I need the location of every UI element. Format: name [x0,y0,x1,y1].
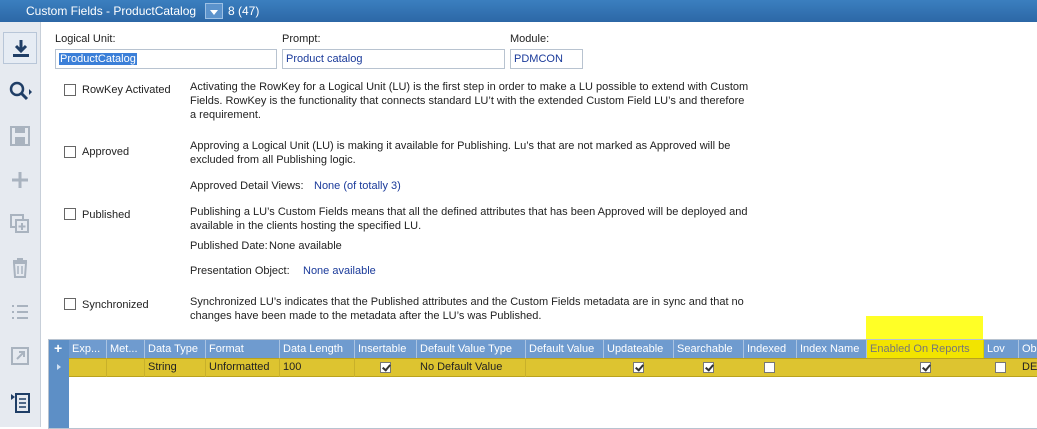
add-icon [12,172,28,188]
save-button[interactable] [3,120,37,152]
col-header-lov[interactable]: Lov [984,340,1019,358]
col-header-index-name[interactable]: Index Name [797,340,867,358]
published-checkbox[interactable] [64,208,76,220]
add-button[interactable] [3,164,37,196]
module-label: Module: [510,33,550,45]
col-header-data-type[interactable]: Data Type [145,340,206,358]
presentation-object-label: Presentation Object: [190,265,290,277]
cell-data-type[interactable]: String [145,358,206,377]
col-header-ob[interactable]: Ob [1019,340,1037,358]
presentation-object-value[interactable]: None available [303,265,376,277]
add-row-button[interactable]: + [54,340,62,356]
logical-unit-value: ProductCatalog [59,53,137,65]
approved-detail-views-label: Approved Detail Views: [190,180,304,192]
save-icon [10,126,30,146]
insertable-checkbox[interactable] [380,362,391,373]
list-button[interactable] [3,296,37,328]
module-field[interactable]: PDMCON [510,49,583,69]
window-title: Custom Fields - ProductCatalog [26,4,197,18]
col-header-default-value[interactable]: Default Value [526,340,604,358]
duplicate-button[interactable] [3,208,37,240]
lov-checkbox[interactable] [995,362,1006,373]
logical-unit-field[interactable]: ProductCatalog [55,49,277,69]
col-header-data-length[interactable]: Data Length [280,340,355,358]
col-header-format[interactable]: Format [206,340,280,358]
title-bar: Custom Fields - ProductCatalog 8 (47) [0,0,1037,22]
col-header-default-value-type[interactable]: Default Value Type [417,340,526,358]
record-count: 8 (47) [228,4,260,18]
updateable-checkbox[interactable] [633,362,644,373]
rowkey-description: Activating the RowKey for a Logical Unit… [190,81,749,121]
enabled-on-reports-checkbox[interactable] [920,362,931,373]
synchronized-checkbox[interactable] [64,298,76,310]
prompt-field[interactable]: Product catalog [282,49,505,69]
duplicate-icon [10,214,29,233]
published-date-label: Published Date: [190,240,268,252]
rowkey-activated-label: RowKey Activated [82,84,171,96]
search-button[interactable] [3,76,37,108]
list-icon [12,305,28,319]
searchable-checkbox[interactable] [703,362,714,373]
row-header-column: + [49,340,69,428]
cell-data-length[interactable]: 100 [280,358,355,377]
approved-label: Approved [82,146,130,158]
col-header-met[interactable]: Met... [107,340,145,358]
cell-format[interactable]: Unformatted [206,358,280,377]
left-toolbar [0,22,41,427]
col-header-exp[interactable]: Exp... [69,340,107,358]
col-header-insertable[interactable]: Insertable [355,340,417,358]
download-icon [13,40,29,57]
synchronized-description: Synchronized LU’s indicates that the Pub… [190,296,744,322]
cell-met[interactable] [107,358,145,377]
cell-exp[interactable] [69,358,107,377]
notes-button[interactable] [3,386,37,418]
open-button[interactable] [3,340,37,372]
delete-icon [12,258,28,278]
published-label: Published [82,209,131,221]
search-icon [9,81,32,101]
published-description: Publishing a LU’s Custom Fields means th… [190,206,748,232]
current-row-arrow-icon [57,364,61,370]
delete-button[interactable] [3,252,37,284]
indexed-checkbox[interactable] [764,362,775,373]
prompt-label: Prompt: [282,33,321,45]
col-header-updateable[interactable]: Updateable [604,340,674,358]
col-header-searchable[interactable]: Searchable [674,340,744,358]
notes-icon [11,393,30,413]
synchronized-label: Synchronized [82,299,149,311]
cell-ob[interactable]: DE [1019,358,1037,377]
open-icon [11,347,29,365]
logical-unit-label: Logical Unit: [55,33,116,45]
published-date-value: None available [269,240,342,252]
cell-default-value-type[interactable]: No Default Value [417,358,526,377]
approved-checkbox[interactable] [64,146,76,158]
rowkey-activated-checkbox[interactable] [64,84,76,96]
approved-description: Approving a Logical Unit (LU) is making … [190,140,731,166]
download-button[interactable] [3,32,37,64]
custom-fields-grid: + Exp... Met... Data Type Format Data Le… [48,339,1037,429]
record-dropdown-button[interactable] [205,3,223,19]
approved-detail-views-value[interactable]: None (of totally 3) [314,180,401,192]
col-header-enabled-on-reports[interactable]: Enabled On Reports [867,340,984,358]
col-header-indexed[interactable]: Indexed [744,340,797,358]
